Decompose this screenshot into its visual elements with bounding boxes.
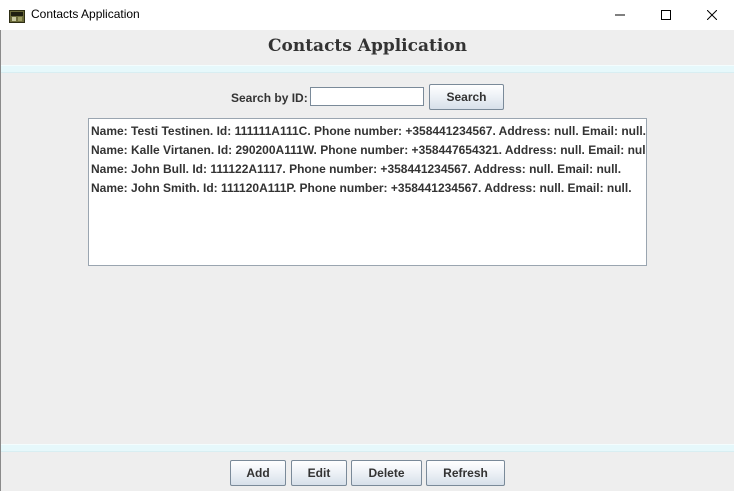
bottom-separator — [1, 444, 734, 452]
app-heading: Contacts Application — [267, 36, 468, 56]
list-item[interactable]: Name: John Bull. Id: 111122A1117. Phone … — [91, 160, 646, 179]
title-bar[interactable]: Contacts Application — [0, 0, 735, 30]
close-icon — [707, 10, 717, 20]
maximize-button[interactable] — [643, 0, 689, 30]
minimize-icon — [615, 14, 625, 16]
maximize-icon — [661, 10, 671, 20]
search-input[interactable] — [310, 87, 424, 106]
main-panel: Contacts Application Search by ID: Searc… — [1, 30, 734, 491]
window-title: Contacts Application — [31, 7, 140, 21]
list-item[interactable]: Name: Testi Testinen. Id: 111111A111C. P… — [91, 122, 646, 141]
minimize-button[interactable] — [597, 0, 643, 30]
top-separator — [1, 65, 734, 73]
java-app-icon — [9, 8, 25, 23]
close-button[interactable] — [689, 0, 735, 30]
list-item[interactable]: Name: John Smith. Id: 111120A111P. Phone… — [91, 179, 646, 198]
list-item[interactable]: Name: Kalle Virtanen. Id: 290200A111W. P… — [91, 141, 646, 160]
search-button[interactable]: Search — [429, 84, 504, 110]
refresh-button[interactable]: Refresh — [426, 460, 505, 486]
delete-button[interactable]: Delete — [351, 460, 422, 486]
search-label: Search by ID: — [231, 91, 308, 105]
edit-button[interactable]: Edit — [291, 460, 347, 486]
contacts-list[interactable]: Name: Testi Testinen. Id: 111111A111C. P… — [88, 118, 647, 266]
add-button[interactable]: Add — [230, 460, 286, 486]
